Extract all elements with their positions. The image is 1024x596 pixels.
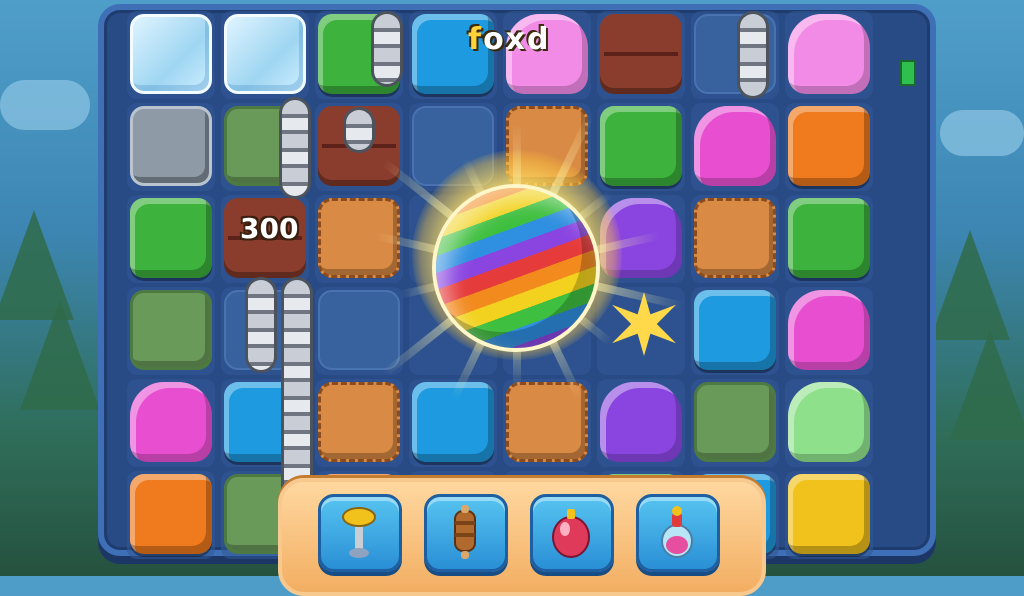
c-green-tile[interactable]: [600, 106, 682, 186]
tree: [20, 300, 100, 410]
floating-score: 300: [240, 212, 299, 245]
brick-tile[interactable]: [600, 14, 682, 94]
chain-obstacle: [740, 14, 766, 96]
rolling-pin-icon: [454, 505, 476, 559]
stone-tile[interactable]: [130, 106, 212, 186]
crate-tile[interactable]: [318, 290, 400, 370]
j-lpink-tile[interactable]: [788, 14, 870, 94]
cracked-tile[interactable]: [694, 198, 776, 278]
j-pink-tile[interactable]: [694, 106, 776, 186]
bottle-icon: [661, 506, 693, 558]
j-green-tile[interactable]: [788, 382, 870, 462]
cloud: [940, 110, 1024, 156]
rainbow-ball[interactable]: [436, 188, 596, 348]
garbled-text: foxd: [468, 22, 551, 57]
c-yellow-tile[interactable]: [788, 474, 870, 554]
j-pink-tile[interactable]: [130, 382, 212, 462]
c-blue-tile[interactable]: [694, 290, 776, 370]
j-purple-tile[interactable]: [600, 382, 682, 462]
hammer-booster[interactable]: [318, 494, 402, 572]
cloud: [0, 80, 90, 130]
chain-obstacle: [374, 14, 400, 84]
chain-obstacle: [346, 110, 372, 150]
board-indicator: [900, 60, 916, 86]
garbled-rest: oxd: [483, 22, 551, 57]
tree: [950, 330, 1024, 440]
bottle-booster[interactable]: [636, 494, 720, 572]
moss-tile[interactable]: [694, 382, 776, 462]
j-pink-tile[interactable]: [788, 290, 870, 370]
chain-obstacle: [282, 100, 308, 196]
hammer-icon: [342, 507, 376, 558]
ice-tile[interactable]: [224, 14, 306, 94]
tree: [930, 230, 1010, 340]
potion-icon: [552, 509, 590, 558]
c-green-tile[interactable]: [130, 198, 212, 278]
c-orange-tile[interactable]: [130, 474, 212, 554]
moss-tile[interactable]: [130, 290, 212, 370]
chain-obstacle: [248, 280, 274, 370]
ice-tile[interactable]: [130, 14, 212, 94]
c-green-tile[interactable]: [788, 198, 870, 278]
garbled-accent: f: [468, 22, 484, 57]
potion-booster[interactable]: [530, 494, 614, 572]
c-orange-tile[interactable]: [788, 106, 870, 186]
rolling-pin-booster[interactable]: [424, 494, 508, 572]
cracked-tile[interactable]: [318, 382, 400, 462]
